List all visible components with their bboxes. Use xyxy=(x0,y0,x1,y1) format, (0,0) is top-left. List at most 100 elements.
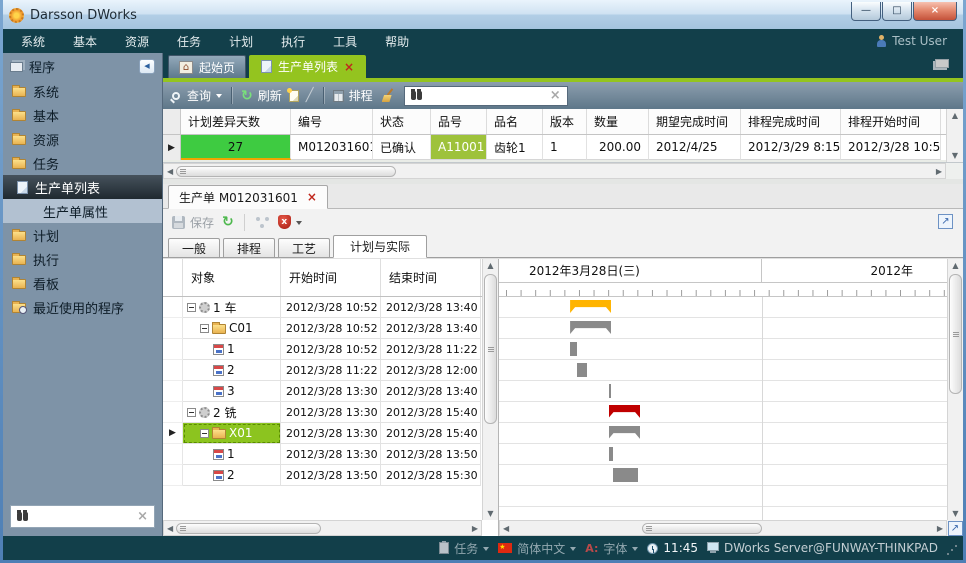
gantt-bar-2[interactable] xyxy=(570,342,577,356)
sidebar-search-input[interactable] xyxy=(31,509,137,525)
tree-row-0[interactable]: 1 车2012/3/28 10:522012/3/28 13:40 xyxy=(163,297,498,318)
column-object[interactable]: 对象 xyxy=(183,259,281,296)
gantt-horizontal-scrollbar[interactable]: ◀ ▶ xyxy=(499,520,947,536)
gantt-vertical-scrollbar[interactable]: ▲ ▼ xyxy=(947,259,963,520)
column-header-8[interactable]: 排程完成时间 xyxy=(741,109,841,134)
maximize-button[interactable]: □ xyxy=(882,2,912,21)
sidebar-item-5[interactable]: 生产单属性 xyxy=(3,199,162,223)
gantt-bar-7[interactable] xyxy=(609,447,614,461)
tab-home[interactable]: ⌂ 起始页 xyxy=(168,55,246,78)
column-header-5[interactable]: 版本 xyxy=(543,109,587,134)
gantt-bar-6[interactable] xyxy=(609,426,641,439)
column-header-9[interactable]: 排程开始时间 xyxy=(841,109,941,134)
tree-object-cell[interactable]: 2 xyxy=(183,360,281,381)
tree-row-8[interactable]: 22012/3/28 13:502012/3/28 15:30 xyxy=(163,465,498,486)
column-header-4[interactable]: 品名 xyxy=(487,109,543,134)
sidebar-item-2[interactable]: 资源 xyxy=(3,127,162,151)
tree-object-cell[interactable]: 1 xyxy=(183,444,281,465)
sidebar-item-9[interactable]: 最近使用的程序 xyxy=(3,295,162,319)
refresh-icon[interactable]: ↻ xyxy=(222,216,234,228)
collapse-toggle-icon[interactable] xyxy=(200,429,209,438)
scrollbar-thumb[interactable] xyxy=(176,166,396,177)
tree-row-1[interactable]: C012012/3/28 10:522012/3/28 13:40 xyxy=(163,318,498,339)
tab-order-list[interactable]: 生产单列表 × xyxy=(249,55,366,78)
tree-row-3[interactable]: 22012/3/28 11:222012/3/28 12:00 xyxy=(163,360,498,381)
menu-item-2[interactable]: 资源 xyxy=(111,33,163,50)
menu-item-1[interactable]: 基本 xyxy=(59,33,111,50)
scroll-down-icon[interactable]: ▼ xyxy=(952,151,958,160)
gantt-bar-0[interactable] xyxy=(570,300,611,313)
grid-vertical-scrollbar[interactable]: ▲ ▼ xyxy=(946,109,963,162)
sidebar-search-clear-icon[interactable]: × xyxy=(137,509,148,524)
scroll-up-icon[interactable]: ▲ xyxy=(952,111,958,120)
popout-icon[interactable]: ↗ xyxy=(948,521,963,536)
column-header-1[interactable]: 编号 xyxy=(291,109,373,134)
scrollbar-thumb[interactable] xyxy=(176,523,321,534)
tab-close-icon[interactable]: × xyxy=(344,60,354,74)
menu-item-5[interactable]: 执行 xyxy=(267,33,319,50)
column-start-time[interactable]: 开始时间 xyxy=(281,259,381,296)
subtab-2[interactable]: 工艺 xyxy=(278,238,330,257)
cancel-confirm-button[interactable]: x xyxy=(278,215,302,229)
save-button[interactable]: 保存 xyxy=(172,214,214,231)
sidebar-item-1[interactable]: 基本 xyxy=(3,103,162,127)
scroll-right-icon[interactable]: ▶ xyxy=(936,167,942,176)
scrollbar-thumb[interactable] xyxy=(949,274,962,394)
column-header-3[interactable]: 品号 xyxy=(431,109,487,134)
gantt-bar-1[interactable] xyxy=(570,321,611,334)
sidebar-item-4[interactable]: 生产单列表 xyxy=(3,175,162,199)
close-button[interactable]: × xyxy=(913,2,957,21)
tree-vertical-scrollbar[interactable]: ▲ ▼ xyxy=(482,259,498,520)
routing-icon[interactable] xyxy=(255,216,270,228)
status-font-dropdown[interactable]: A: 字体 xyxy=(585,540,638,557)
minimize-button[interactable]: — xyxy=(851,2,881,21)
gantt-bar-3[interactable] xyxy=(577,363,586,377)
gantt-bar-4[interactable] xyxy=(609,384,611,398)
user-badge[interactable]: Test User xyxy=(876,34,959,48)
tree-row-7[interactable]: 12012/3/28 13:302012/3/28 13:50 xyxy=(163,444,498,465)
menu-item-6[interactable]: 工具 xyxy=(319,33,371,50)
tree-object-cell[interactable]: 1 车 xyxy=(183,297,281,318)
scroll-left-icon[interactable]: ◀ xyxy=(167,167,173,176)
collapse-toggle-icon[interactable] xyxy=(200,324,209,333)
schedule-button[interactable]: 排程 xyxy=(333,87,373,104)
sidebar-item-8[interactable]: 看板 xyxy=(3,271,162,295)
menu-item-4[interactable]: 计划 xyxy=(215,33,267,50)
toolbar-search-input[interactable] xyxy=(425,88,550,104)
column-header-2[interactable]: 状态 xyxy=(373,109,431,134)
tree-object-cell[interactable]: 2 xyxy=(183,465,281,486)
refresh-button[interactable]: ↻ 刷新 xyxy=(241,87,282,104)
table-row[interactable]: ▶27M012031601已确认A11001齿轮11200.002012/4/2… xyxy=(163,135,963,160)
column-end-time[interactable]: 结束时间 xyxy=(381,259,481,296)
menu-item-3[interactable]: 任务 xyxy=(163,33,215,50)
query-button[interactable]: 查询 xyxy=(172,87,222,104)
toolbar-search-clear-icon[interactable]: × xyxy=(550,88,561,103)
edit-icon[interactable]: ╱ xyxy=(306,88,314,103)
gantt-bar-5[interactable] xyxy=(609,405,641,418)
collapse-toggle-icon[interactable] xyxy=(187,408,196,417)
menu-item-7[interactable]: 帮助 xyxy=(371,33,423,50)
tree-object-cell[interactable]: X01 xyxy=(183,423,281,444)
tree-object-cell[interactable]: 3 xyxy=(183,381,281,402)
subtab-1[interactable]: 排程 xyxy=(223,238,275,257)
new-document-icon[interactable] xyxy=(289,90,299,102)
tree-row-2[interactable]: 12012/3/28 10:522012/3/28 11:22 xyxy=(163,339,498,360)
tree-object-cell[interactable]: 2 铣 xyxy=(183,402,281,423)
window-list-icon[interactable] xyxy=(935,59,949,68)
menu-item-0[interactable]: 系统 xyxy=(7,33,59,50)
tree-object-cell[interactable]: 1 xyxy=(183,339,281,360)
broom-icon[interactable] xyxy=(380,88,395,103)
tree-horizontal-scrollbar[interactable]: ◀ ▶ xyxy=(163,520,482,536)
column-header-6[interactable]: 数量 xyxy=(587,109,649,134)
sidebar-item-6[interactable]: 计划 xyxy=(3,223,162,247)
collapse-toggle-icon[interactable] xyxy=(187,303,196,312)
sidebar-item-3[interactable]: 任务 xyxy=(3,151,162,175)
column-header-7[interactable]: 期望完成时间 xyxy=(649,109,741,134)
resize-grip[interactable] xyxy=(951,549,953,551)
grid-horizontal-scrollbar[interactable]: ◀ ▶ xyxy=(163,163,946,179)
subtab-0[interactable]: 一般 xyxy=(168,238,220,257)
subtab-3[interactable]: 计划与实际 xyxy=(333,235,427,258)
tree-row-5[interactable]: 2 铣2012/3/28 13:302012/3/28 15:40 xyxy=(163,402,498,423)
column-header-0[interactable]: 计划差异天数 xyxy=(181,109,291,134)
sidebar-item-7[interactable]: 执行 xyxy=(3,247,162,271)
